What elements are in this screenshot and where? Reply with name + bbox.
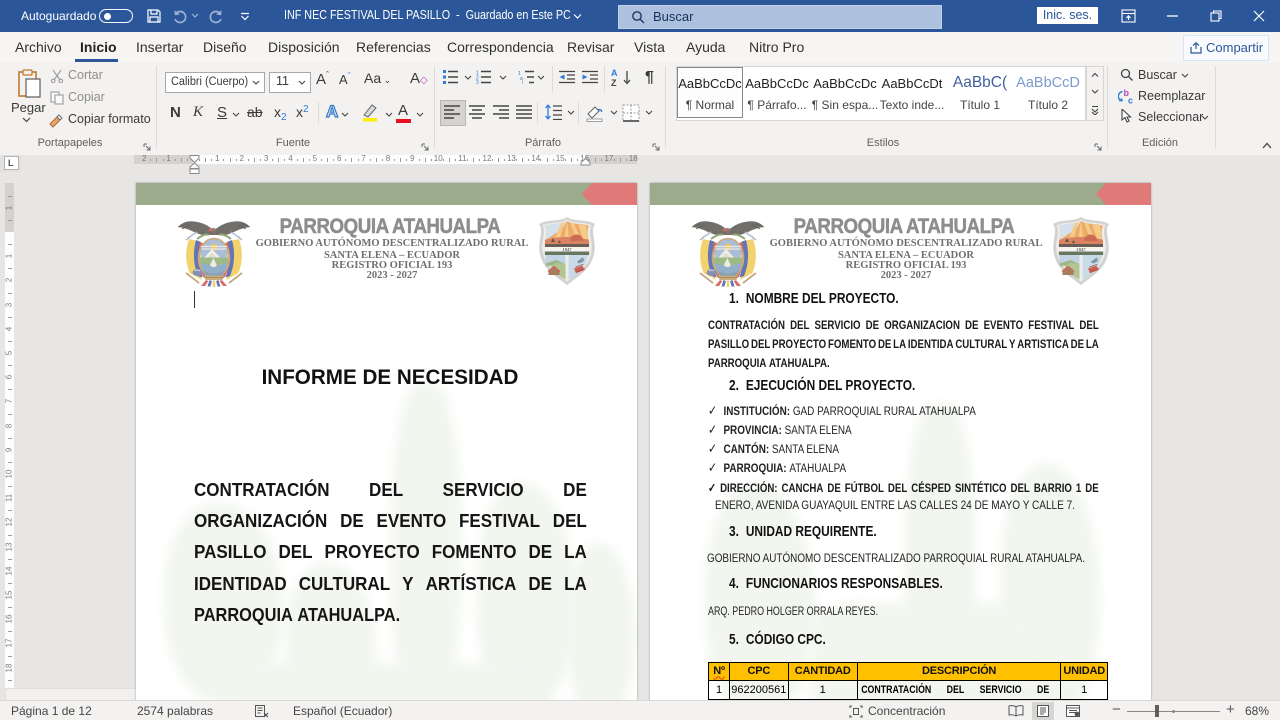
svg-text:i: i xyxy=(522,80,523,84)
svg-text:3: 3 xyxy=(476,80,479,84)
svg-text:c: c xyxy=(1128,96,1133,105)
